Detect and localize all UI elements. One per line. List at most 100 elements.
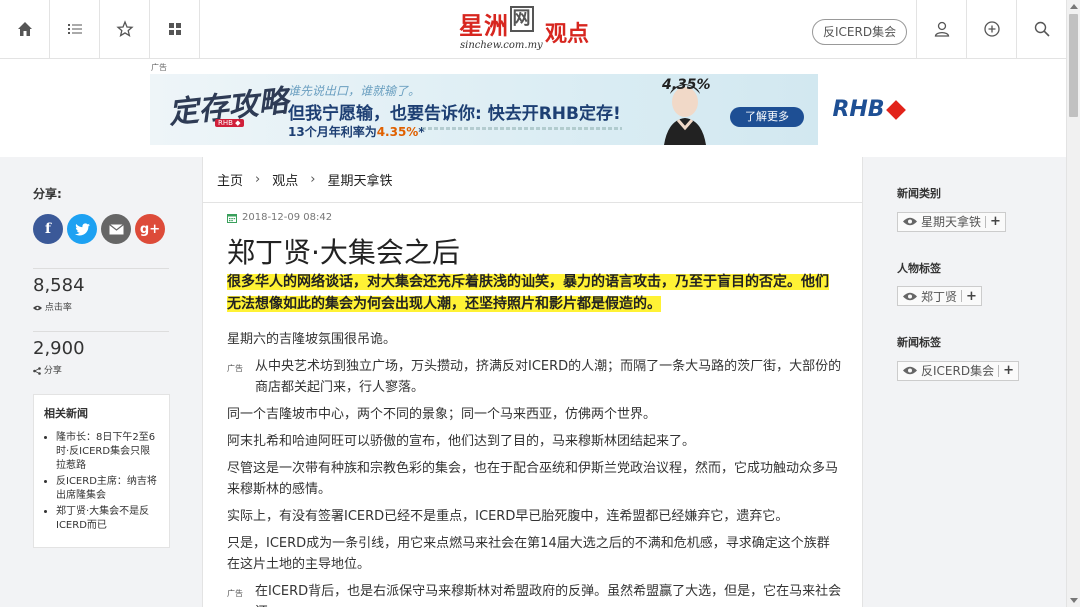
shares-stat: 2,900 分享: [33, 331, 169, 376]
paragraph-text: 星期六的吉隆坡氛围很吊诡。: [227, 332, 397, 347]
breadcrumb-separator-icon: ›: [310, 172, 316, 187]
logo-brand-text: 星洲: [459, 11, 509, 40]
breadcrumb-opinion[interactable]: 观点: [272, 170, 298, 189]
article-paragraph: 尽管这是一次带有种族和宗教色彩的集会，也在于配合巫统和伊斯兰党政治议程，然而，它…: [227, 458, 842, 500]
ad-strip: 广告 定存攻略 RHB ◆ 谁先说出口，谁就输了。 但我宁愿输，也要告诉你: 快…: [0, 59, 1066, 157]
breadcrumb-separator-icon: ›: [255, 172, 261, 187]
shares-label-text: 分享: [43, 366, 62, 376]
calendar-icon: [227, 213, 237, 223]
person-tag-chip[interactable]: 郑丁贤 +: [897, 286, 982, 306]
eye-icon: [903, 292, 917, 300]
paragraph-text: 尽管这是一次带有种族和宗教色彩的集会，也在于配合巫统和伊斯兰党政治议程，然而，它…: [227, 461, 839, 497]
share-buttons: f g+: [33, 214, 169, 244]
related-news-title: 相关新闻: [44, 407, 88, 420]
home-icon: [17, 22, 32, 36]
menu-list-button[interactable]: [50, 0, 100, 58]
account-button[interactable]: [916, 0, 966, 58]
scroll-up-arrow-icon[interactable]: [1070, 4, 1078, 9]
categories-grid-button[interactable]: [150, 0, 200, 58]
paragraph-text: 同一个吉隆坡市中心，两个不同的景象；同一个马来西亚，仿佛两个世界。: [227, 407, 657, 422]
section-title: 观点: [545, 22, 590, 47]
site-logo[interactable]: 星洲网 sinchew.com.my 观点: [459, 4, 599, 54]
person-tag-section: 人物标签 郑丁贤 +: [897, 260, 1037, 306]
article-lede-text: 很多华人的网络谈话，对大集会还充斥着肤浅的讪笑，暴力的语言攻击，乃至于盲目的否定…: [227, 274, 829, 312]
related-news-item[interactable]: 郑丁贤·大集会不是反ICERD而已: [56, 505, 159, 533]
favorites-button[interactable]: [100, 0, 150, 58]
ad-line-1: 谁先说出口，谁就输了。: [288, 84, 421, 98]
inline-ad-marker: 广告: [227, 364, 243, 373]
news-tag-section: 新闻标签 反ICERD集会 +: [897, 334, 1037, 381]
ad-brand-tag: RHB ◆: [215, 119, 244, 127]
news-tag-heading: 新闻标签: [897, 336, 941, 349]
ad-rate-highlight: 4.35%: [376, 125, 419, 139]
news-tag-chip-label: 反ICERD集会: [921, 364, 995, 378]
views-label-text: 点击率: [44, 303, 72, 313]
ad-learn-more-button[interactable]: 了解更多: [730, 107, 804, 127]
news-category-section: 新闻类别 星期天拿铁 +: [897, 185, 1037, 232]
rhb-diamond-icon: [885, 99, 906, 120]
ad-rate-badge: 4.35%: [662, 77, 711, 93]
ad-label: 广告: [151, 63, 167, 72]
article-body: 星期六的吉隆坡氛围很吊诡。 广告 从中央艺术坊到独立广场，万头攒动，挤满反对ICE…: [227, 329, 842, 607]
twitter-share-button[interactable]: [67, 214, 97, 244]
related-news-item[interactable]: 反ICERD主席：纳吉将出席隆集会: [56, 475, 159, 503]
left-sidebar: 分享: f g+ 8,584 点击率 2,900 分享 相关新闻 隆市长：8日下…: [33, 185, 170, 548]
paragraph-text: 只是，ICERD成为一条引线，用它来点燃马来社会在第14届大选之后的不满和危机感…: [227, 536, 830, 572]
scrollbar-thumb[interactable]: [1069, 14, 1078, 117]
article-lede: 很多华人的网络谈话，对大集会还充斥着肤浅的讪笑，暴力的语言攻击，乃至于盲目的否定…: [227, 271, 842, 315]
article-paragraph: 广告 在ICERD背后，也是右派保守马来穆斯林对希盟政府的反弹。虽然希盟赢了大选，…: [227, 581, 842, 607]
breadcrumb-home[interactable]: 主页: [217, 170, 243, 189]
email-share-button[interactable]: [101, 214, 131, 244]
follow-plus-icon[interactable]: +: [962, 289, 981, 304]
page-scrollbar[interactable]: [1066, 0, 1080, 607]
home-button[interactable]: [0, 0, 50, 58]
follow-plus-icon[interactable]: +: [999, 363, 1018, 378]
breadcrumb: 主页 › 观点 › 星期天拿铁: [203, 157, 862, 203]
logo-brand: 星洲网: [459, 6, 534, 41]
ad-line-3-prefix: 13个月年利率为: [288, 125, 377, 139]
logo-domain: sinchew.com.my: [460, 40, 543, 51]
article-title: 郑丁贤·大集会之后: [227, 236, 460, 269]
article-paragraph: 只是，ICERD成为一条引线，用它来点燃马来社会在第14届大选之后的不满和危机感…: [227, 533, 842, 575]
follow-plus-icon[interactable]: +: [986, 214, 1005, 229]
related-news-list: 隆市长：8日下午2至6时·反ICERD集会只限拉惹路 反ICERD主席：纳吉将出…: [44, 431, 159, 533]
article-paragraph: 阿末扎希和哈迪阿旺可以骄傲的宣布，他们达到了目的，马来穆斯林团结起来了。: [227, 431, 842, 452]
user-icon: [934, 21, 949, 37]
twitter-icon: [74, 222, 90, 235]
ad-fine-print: [422, 127, 622, 130]
share-icon: [33, 366, 41, 375]
article-date-text: 2018-12-09 08:42: [242, 212, 333, 223]
star-icon: [115, 20, 134, 37]
ad-banner[interactable]: 定存攻略 RHB ◆ 谁先说出口，谁就输了。 但我宁愿输，也要告诉你: 快去开R…: [150, 74, 917, 145]
news-category-heading: 新闻类别: [897, 187, 941, 200]
facebook-share-button[interactable]: f: [33, 214, 63, 244]
eye-icon: [903, 366, 917, 375]
googleplus-icon: g+: [139, 221, 161, 237]
category-chip[interactable]: 星期天拿铁 +: [897, 211, 1006, 232]
logo-box-text: 网: [510, 6, 534, 32]
trending-tag-pill[interactable]: 反ICERD集会: [812, 19, 908, 45]
paragraph-text: 实际上，有没有签署ICERD已经不是重点，ICERD早已胎死腹中，连希盟都已经嫌…: [227, 509, 789, 524]
ad-line-2: 但我宁愿输，也要告诉你: 快去开RHB定存!: [288, 104, 621, 124]
search-button[interactable]: [1016, 0, 1066, 58]
add-button[interactable]: [966, 0, 1016, 58]
article-paragraph: 广告 从中央艺术坊到独立广场，万头攒动，挤满反对ICERD的人潮；而隔了一条大马路…: [227, 356, 842, 398]
paragraph-text: 在ICERD背后，也是右派保守马来穆斯林对希盟政府的反弹。虽然希盟赢了大选，但是…: [255, 584, 842, 607]
person-tag-heading: 人物标签: [897, 261, 941, 275]
related-news-item[interactable]: 隆市长：8日下午2至6时·反ICERD集会只限拉惹路: [56, 431, 159, 473]
googleplus-share-button[interactable]: g+: [135, 214, 165, 244]
email-icon: [108, 223, 124, 234]
news-tag-chip[interactable]: 反ICERD集会 +: [897, 360, 1019, 381]
share-title: 分享:: [33, 187, 62, 201]
ad-line-3: 13个月年利率为4.35%*: [288, 123, 425, 140]
article-date: 2018-12-09 08:42: [227, 212, 332, 223]
breadcrumb-column[interactable]: 星期天拿铁: [327, 170, 392, 189]
shares-label: 分享: [33, 363, 169, 376]
article-paragraph: 星期六的吉隆坡氛围很吊诡。: [227, 329, 842, 350]
scroll-down-arrow-icon[interactable]: [1070, 598, 1078, 603]
right-sidebar: 新闻类别 星期天拿铁 + 人物标签 郑丁贤 + 新闻标签 反ICERD集会 +: [897, 185, 1037, 409]
category-chip-label: 星期天拿铁: [921, 215, 982, 229]
article-paragraph: 同一个吉隆坡市中心，两个不同的景象；同一个马来西亚，仿佛两个世界。: [227, 404, 842, 425]
top-nav-bar: 星洲网 sinchew.com.my 观点 反ICERD集会: [0, 0, 1066, 59]
facebook-icon: f: [44, 221, 52, 237]
